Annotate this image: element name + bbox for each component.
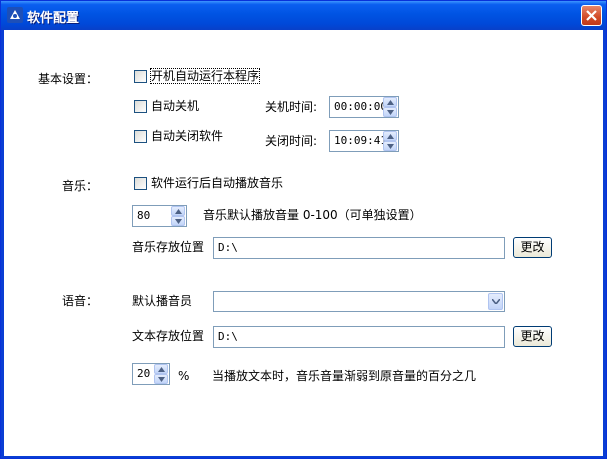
autoclose-checkbox[interactable] xyxy=(134,130,147,143)
app-icon xyxy=(7,7,23,23)
autoshutdown-label[interactable]: 自动关机 xyxy=(151,99,199,113)
arrow-down-icon xyxy=(175,219,182,224)
music-folder-label: 音乐存放位置 xyxy=(132,240,205,254)
dialog-body: 基本设置： 开机自动运行本程序 自动关机 关机时间: 00:00:00 自动关闭… xyxy=(4,30,603,456)
spinner-up-button[interactable] xyxy=(154,364,168,374)
close-button[interactable] xyxy=(581,5,602,26)
spinner-down-button[interactable] xyxy=(171,216,185,226)
spinner-up-button[interactable] xyxy=(171,206,185,216)
text-folder-input[interactable]: D:\ xyxy=(213,326,505,348)
shutdown-time-spinner[interactable] xyxy=(383,97,397,117)
basic-settings-label: 基本设置： xyxy=(38,72,99,86)
music-folder-input[interactable]: D:\ xyxy=(213,237,505,259)
autoplay-music-checkbox[interactable] xyxy=(134,177,147,190)
announcer-label: 默认播音员 xyxy=(132,294,193,308)
spinner-down-button[interactable] xyxy=(383,107,397,117)
autoshutdown-checkbox[interactable] xyxy=(134,100,147,113)
music-folder-change-button[interactable]: 更改 xyxy=(513,237,552,258)
chevron-down-icon xyxy=(492,299,500,304)
shutdown-time-value: 00:00:00 xyxy=(334,100,387,113)
spinner-down-button[interactable] xyxy=(154,374,168,384)
close-time-label: 关闭时间: xyxy=(265,134,318,148)
volume-description: 音乐默认播放音量 0-100（可单独设置） xyxy=(203,208,422,222)
arrow-down-icon xyxy=(158,377,165,382)
announcer-select[interactable] xyxy=(213,291,505,312)
autostart-label[interactable]: 开机自动运行本程序 xyxy=(149,68,261,84)
close-time-spinner[interactable] xyxy=(383,131,397,151)
autoclose-label[interactable]: 自动关闭软件 xyxy=(151,129,223,143)
close-time-value: 10:09:41 xyxy=(334,134,387,147)
autoplay-music-label[interactable]: 软件运行后自动播放音乐 xyxy=(151,176,283,190)
arrow-up-icon xyxy=(158,367,165,372)
spinner-up-button[interactable] xyxy=(383,131,397,141)
fade-percent-unit: % xyxy=(178,369,190,383)
arrow-up-icon xyxy=(387,100,394,105)
voice-label: 语音： xyxy=(62,294,99,308)
arrow-up-icon xyxy=(175,209,182,214)
autostart-checkbox[interactable] xyxy=(134,70,147,83)
arrow-down-icon xyxy=(387,144,394,149)
fade-percent-value: 20 xyxy=(137,367,151,380)
volume-spinner[interactable] xyxy=(171,206,185,226)
arrow-up-icon xyxy=(387,134,394,139)
arrow-down-icon xyxy=(387,110,394,115)
music-label: 音乐： xyxy=(62,179,99,193)
text-folder-value: D:\ xyxy=(218,330,238,343)
close-icon xyxy=(586,10,597,21)
shutdown-time-label: 关机时间: xyxy=(265,100,318,114)
text-folder-change-button[interactable]: 更改 xyxy=(513,326,552,347)
settings-window: 软件配置 基本设置： 开机自动运行本程序 自动关机 关机时间: 00:00:00… xyxy=(0,0,607,459)
fade-description: 当播放文本时，音乐音量渐弱到原音量的百分之几 xyxy=(212,369,477,383)
fade-percent-spinner[interactable] xyxy=(154,364,168,384)
spinner-down-button[interactable] xyxy=(383,141,397,151)
window-title: 软件配置 xyxy=(27,11,80,26)
music-folder-value: D:\ xyxy=(218,241,238,254)
dropdown-button[interactable] xyxy=(488,293,503,310)
text-folder-label: 文本存放位置 xyxy=(132,329,205,343)
spinner-up-button[interactable] xyxy=(383,97,397,107)
volume-value: 80 xyxy=(137,209,151,222)
title-bar[interactable]: 软件配置 xyxy=(1,1,606,30)
